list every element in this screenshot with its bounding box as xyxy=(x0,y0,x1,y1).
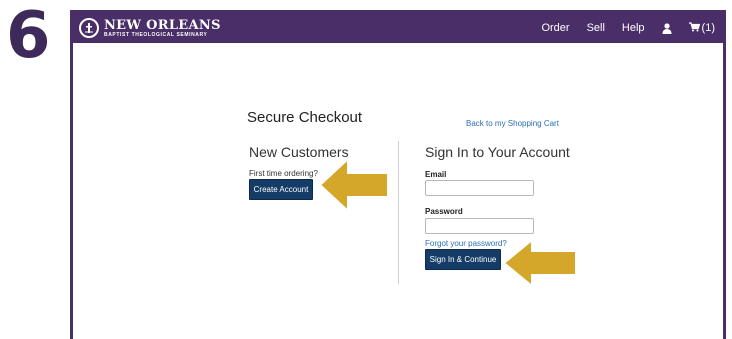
checkout-content: Secure Checkout Back to my Shopping Cart… xyxy=(73,43,723,339)
cart-button[interactable]: (1) xyxy=(688,21,715,35)
cart-icon xyxy=(688,21,700,35)
site-logo[interactable]: NEW ORLEANS BAPTIST THEOLOGICAL SEMINARY xyxy=(79,18,221,38)
logo-title: NEW ORLEANS xyxy=(104,17,221,33)
email-field[interactable] xyxy=(425,180,534,196)
password-field[interactable] xyxy=(425,218,534,234)
logo-text: NEW ORLEANS BAPTIST THEOLOGICAL SEMINARY xyxy=(104,19,221,38)
nav-help-link[interactable]: Help xyxy=(622,22,645,34)
user-icon[interactable] xyxy=(662,22,672,34)
column-divider xyxy=(398,141,399,284)
browser-frame: NEW ORLEANS BAPTIST THEOLOGICAL SEMINARY… xyxy=(70,10,726,339)
seminary-seal-icon xyxy=(79,18,99,38)
sign-in-heading: Sign In to Your Account xyxy=(425,144,570,160)
arrow-left-icon xyxy=(318,157,389,213)
nav-sell-link[interactable]: Sell xyxy=(587,22,605,34)
top-navbar: NEW ORLEANS BAPTIST THEOLOGICAL SEMINARY… xyxy=(73,13,723,43)
sign-in-continue-button[interactable]: Sign In & Continue xyxy=(425,249,501,270)
arrow-left-icon xyxy=(502,238,577,288)
page-title: Secure Checkout xyxy=(247,109,363,126)
email-label: Email xyxy=(425,170,447,179)
logo-subtitle: BAPTIST THEOLOGICAL SEMINARY xyxy=(104,31,208,38)
first-time-prompt: First time ordering? xyxy=(249,169,318,178)
cart-count: (1) xyxy=(701,22,715,34)
password-label: Password xyxy=(425,207,463,216)
forgot-password-link[interactable]: Forgot your password? xyxy=(425,239,507,248)
nav-order-link[interactable]: Order xyxy=(541,22,569,34)
back-to-cart-link[interactable]: Back to my Shopping Cart xyxy=(466,119,559,128)
create-account-button[interactable]: Create Account xyxy=(249,179,313,200)
step-number: 6 xyxy=(6,0,51,73)
nav-links: Order Sell Help (1) xyxy=(524,21,715,35)
